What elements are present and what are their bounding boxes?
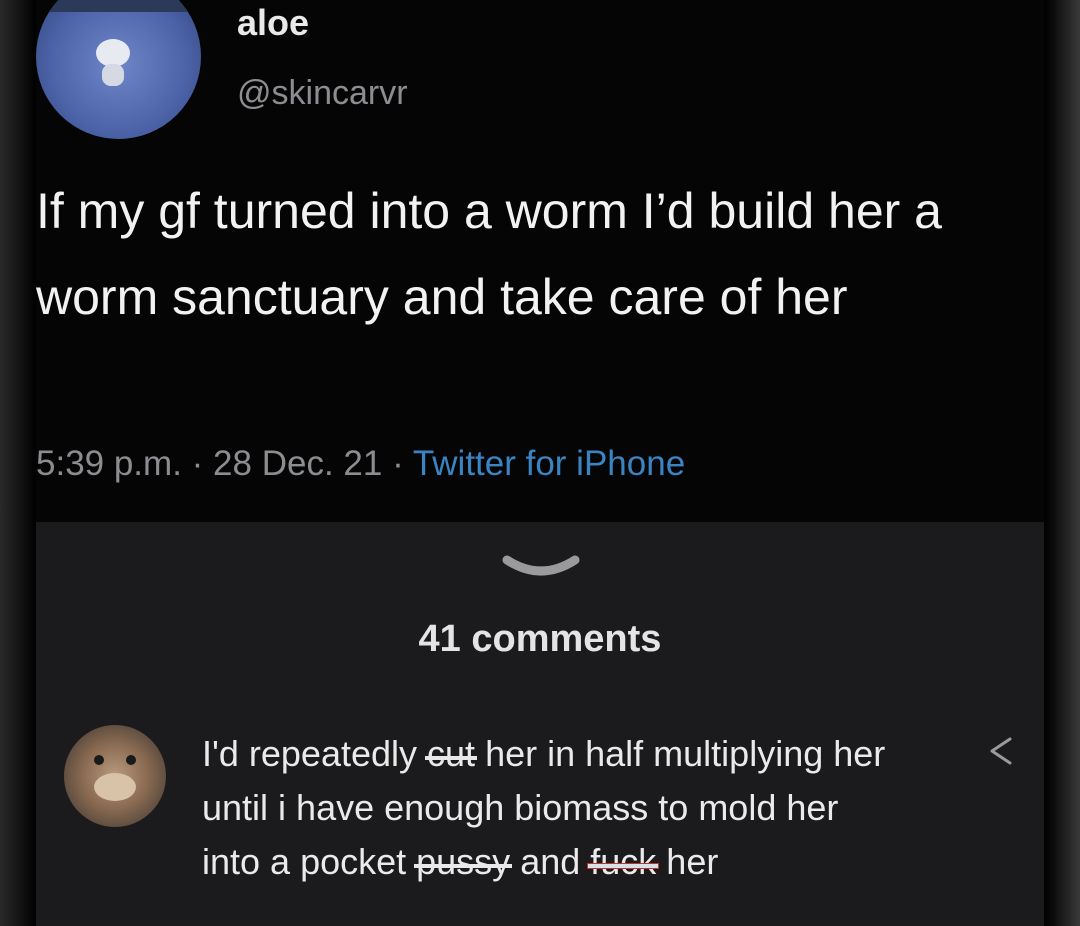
tweet-source-link[interactable]: Twitter for iPhone xyxy=(413,444,685,483)
chevron-down-icon[interactable] xyxy=(501,552,581,582)
share-icon[interactable] xyxy=(984,735,1016,767)
avatar-eye xyxy=(94,755,104,765)
struck-word: cut xyxy=(425,727,478,781)
comment-text-part: I'd repeatedly xyxy=(202,733,428,774)
tweet-text: If my gf turned into a worm I’d build he… xyxy=(36,183,942,325)
avatar-snout xyxy=(94,773,136,801)
comment-text: I'd repeatedly cut her in half multiplyi… xyxy=(202,727,902,889)
comments-count: 41 comments xyxy=(418,618,662,660)
tweet-card: aloe @skincarvr If my gf turned into a w… xyxy=(36,0,1044,522)
comment-text-part: and xyxy=(510,841,591,882)
avatar-eye xyxy=(126,755,136,765)
tweet-date: 28 Dec. 21 xyxy=(213,444,383,483)
avatar-figure-body xyxy=(102,64,124,86)
struck-word: fuck xyxy=(588,835,659,889)
commenter-avatar[interactable] xyxy=(64,725,166,827)
screenshot-frame: aloe @skincarvr If my gf turned into a w… xyxy=(0,0,1080,926)
meta-separator: · xyxy=(191,444,204,483)
tweet-handle[interactable]: @skincarvr xyxy=(237,74,408,113)
comment-text-part: her xyxy=(656,841,719,882)
comments-panel: 41 comments I'd repeatedly cut her in ha… xyxy=(36,522,1044,926)
tweet-author-avatar[interactable] xyxy=(36,0,201,139)
tweet-meta: 5:39 p.m. · 28 Dec. 21 · Twitter for iPh… xyxy=(36,444,685,484)
meta-separator: · xyxy=(392,444,404,483)
avatar-figure-head xyxy=(96,39,130,67)
tweet-time: 5:39 p.m. xyxy=(36,444,182,483)
struck-word: pussy xyxy=(414,835,513,889)
avatar-background xyxy=(36,0,201,12)
tweet-display-name[interactable]: aloe xyxy=(237,2,309,44)
